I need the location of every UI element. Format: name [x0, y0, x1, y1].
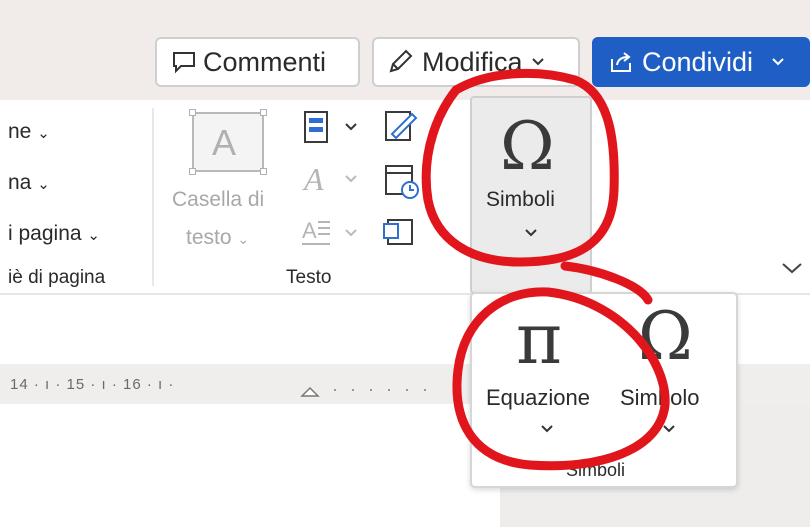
text-group-label: Testo: [286, 267, 332, 288]
page-number-menu-item[interactable]: i pagina ⌄: [8, 222, 100, 246]
svg-text:A: A: [302, 218, 317, 243]
comments-button[interactable]: Commenti: [155, 37, 360, 87]
chevron-down-icon: [531, 58, 544, 66]
pi-icon: π: [516, 298, 563, 380]
header-menu-item[interactable]: ne ⌄: [8, 120, 50, 144]
textbox-button[interactable]: testo ⌄: [186, 226, 249, 250]
comments-label: Commenti: [203, 46, 327, 77]
ribbon-expand-chevron-icon[interactable]: [780, 260, 804, 276]
svg-text:A: A: [302, 161, 324, 196]
chevron-down-icon: ⌄: [237, 231, 250, 247]
wordart-icon: A: [302, 161, 357, 196]
indent-marker-icon[interactable]: [300, 380, 450, 400]
share-icon: [611, 52, 631, 72]
object-icon[interactable]: [382, 214, 422, 250]
edit-mode-label: Modifica: [422, 46, 523, 77]
quick-parts-icon[interactable]: [302, 110, 362, 144]
drop-cap-icon: A: [302, 218, 357, 245]
chevron-down-icon: [772, 58, 784, 66]
chevron-down-icon: [541, 425, 553, 433]
equation-button[interactable]: Equazione: [486, 385, 590, 411]
chevron-down-icon: ⌄: [37, 176, 50, 193]
group-divider: [152, 108, 154, 286]
signature-line-icon[interactable]: [382, 108, 422, 146]
edit-mode-button[interactable]: Modifica: [372, 37, 580, 87]
share-button[interactable]: Condividi: [592, 37, 810, 87]
footer-menu-item[interactable]: na ⌄: [8, 171, 50, 195]
chevron-down-icon: ⌄: [37, 125, 50, 142]
chevron-down-icon: [663, 425, 675, 433]
pencil-icon: [389, 49, 413, 73]
chevron-down-icon: [525, 229, 537, 237]
omega-icon: Ω: [500, 108, 555, 185]
textbox-label-line1: Casella di: [172, 188, 265, 211]
header-footer-group-label: iè di pagina: [8, 267, 106, 288]
share-label: Condividi: [642, 46, 754, 77]
symbol-button[interactable]: Simbolo: [620, 385, 699, 411]
textbox-icon: A: [189, 109, 267, 175]
document-page[interactable]: [0, 404, 500, 527]
chevron-down-icon: ⌄: [87, 227, 100, 244]
omega-icon: Ω: [638, 298, 693, 375]
date-time-icon[interactable]: [382, 160, 422, 200]
symbols-group-label: Simboli: [566, 460, 626, 480]
comment-icon: [173, 52, 195, 74]
symbols-button-label: Simboli: [486, 188, 555, 211]
ruler-marks: 14 · ı · 15 · ı · 16 · ı ·: [10, 376, 175, 393]
